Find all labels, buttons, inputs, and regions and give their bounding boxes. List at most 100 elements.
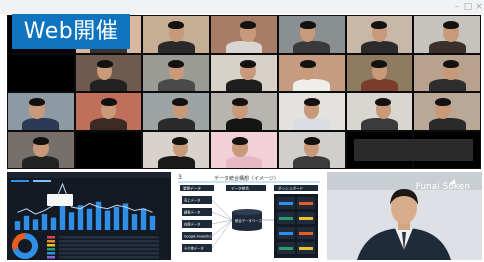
- dashboard-bar: [14, 221, 21, 230]
- data-source-label: その他データ: [184, 246, 204, 251]
- participant-body: [428, 79, 466, 91]
- participant-video-tile[interactable]: [414, 16, 480, 53]
- participant-video-tile[interactable]: [143, 93, 210, 130]
- slide-number: 3: [178, 174, 182, 181]
- dashboard-header: [7, 172, 171, 178]
- participant-video-tile[interactable]: [143, 16, 210, 53]
- participant-video-tile[interactable]: [414, 54, 480, 91]
- table-color-cell: [47, 252, 55, 255]
- table-color-cell: [47, 256, 55, 259]
- maximize-icon[interactable]: □: [463, 2, 473, 12]
- participant-body: [225, 40, 263, 53]
- dashboard-widget-bar: [299, 232, 313, 235]
- participant-video-tile[interactable]: [278, 93, 345, 130]
- dashboard-widget-bar: [279, 202, 293, 205]
- participant-hair: [172, 98, 189, 107]
- participant-body: [361, 40, 398, 53]
- participant-video-tile[interactable]: [143, 54, 210, 91]
- dashboard-chart: [7, 172, 171, 259]
- participant-video-tile[interactable]: [211, 54, 277, 91]
- participant-body: [293, 117, 331, 130]
- company-logo-text: Funai Soken: [415, 182, 470, 192]
- camera-off-tile[interactable]: [8, 54, 74, 91]
- participant-video-tile[interactable]: [211, 131, 277, 168]
- dashboard-bar: [104, 210, 111, 230]
- participant-hair: [303, 136, 320, 145]
- participant-hair: [299, 21, 316, 30]
- participant-body: [293, 40, 331, 53]
- participant-hair: [231, 98, 249, 107]
- legend-swatch: [33, 180, 51, 182]
- participant-body: [428, 40, 466, 53]
- participant-body: [225, 79, 263, 91]
- participant-hair: [96, 59, 113, 68]
- table-row: [59, 252, 159, 255]
- database-top: [232, 209, 262, 215]
- dashboard-widget-bar: [279, 217, 293, 220]
- participant-hair: [32, 136, 49, 145]
- participant-video-tile[interactable]: [211, 16, 277, 53]
- participant-video-tile[interactable]: [346, 16, 413, 53]
- participant-body: [428, 117, 466, 130]
- dashboard-bar: [140, 208, 147, 230]
- participant-video-tile[interactable]: [278, 54, 345, 91]
- participant-body: [361, 117, 398, 130]
- participant-video-tile[interactable]: [414, 93, 480, 130]
- participant-body: [90, 117, 127, 130]
- connector-line: [211, 219, 233, 225]
- participant-video-tile[interactable]: [75, 54, 142, 91]
- name-placeholder: [353, 138, 473, 161]
- participant-body: [225, 156, 263, 168]
- dashboard-bar: [68, 212, 75, 230]
- connector-line: [211, 199, 233, 221]
- table-color-cell: [47, 244, 55, 247]
- participant-video-tile[interactable]: [8, 131, 74, 168]
- participant-video-tile[interactable]: [346, 54, 413, 91]
- table-row: [59, 240, 159, 243]
- connector-line: [211, 219, 233, 249]
- dashboard-bar: [131, 214, 138, 230]
- participant-video-tile[interactable]: [346, 93, 413, 130]
- window-titlebar: – □ ×: [0, 0, 484, 14]
- table-row: [59, 236, 159, 239]
- participant-video-tile[interactable]: [143, 131, 210, 168]
- camera-off-tile[interactable]: [75, 131, 142, 168]
- participant-video-tile[interactable]: [278, 16, 345, 53]
- column-header-right: ダッシュボード: [278, 186, 304, 191]
- dashboard-widget-bar: [299, 247, 313, 250]
- table-color-cell: [47, 248, 55, 251]
- participant-video-tile[interactable]: [278, 131, 345, 168]
- participant-body: [225, 117, 263, 130]
- database-label: 統合データベース: [235, 218, 263, 223]
- data-source-label: 在庫データ: [184, 222, 200, 227]
- dashboard-tooltip: [47, 194, 73, 206]
- participant-hair: [371, 21, 388, 30]
- minimize-icon[interactable]: –: [452, 2, 462, 12]
- analytics-dashboard: [7, 172, 171, 260]
- column-header-mid: データ統合: [231, 186, 249, 191]
- participant-video-tile[interactable]: [75, 93, 142, 130]
- participant-video-tile[interactable]: [8, 93, 74, 130]
- table-row: [59, 248, 159, 251]
- close-icon[interactable]: ×: [474, 2, 484, 12]
- participant-hair: [375, 98, 392, 107]
- presenter-video: Funai Soken: [327, 172, 482, 260]
- table-color-cell: [47, 240, 55, 243]
- table-row: [59, 244, 159, 247]
- participant-video-tile[interactable]: [211, 93, 277, 130]
- shared-slide: 3 データ統合構想（イメージ） 業務データ データ統合 ダッシュボード 売上データ 顧客デー…: [174, 172, 324, 260]
- participant-body: [22, 156, 60, 168]
- column-header-left: 業務データ: [183, 186, 201, 191]
- dashboard-widget-bar: [279, 232, 293, 235]
- participant-hair: [435, 98, 452, 107]
- dashboard-widget-bar: [299, 217, 313, 220]
- database-bottom: [232, 225, 262, 231]
- participant-body: [293, 156, 331, 168]
- participant-hair: [239, 21, 257, 30]
- dashboard-widget-bar: [299, 202, 313, 205]
- screenshot: – □ × Web開催 3 データ統合構想（イメージ） 業務データ データ統合 ダッシュ…: [0, 0, 484, 262]
- participant-body: [90, 79, 127, 91]
- participant-hair: [168, 59, 185, 68]
- participant-hair: [28, 98, 45, 107]
- legend-swatch: [11, 180, 29, 182]
